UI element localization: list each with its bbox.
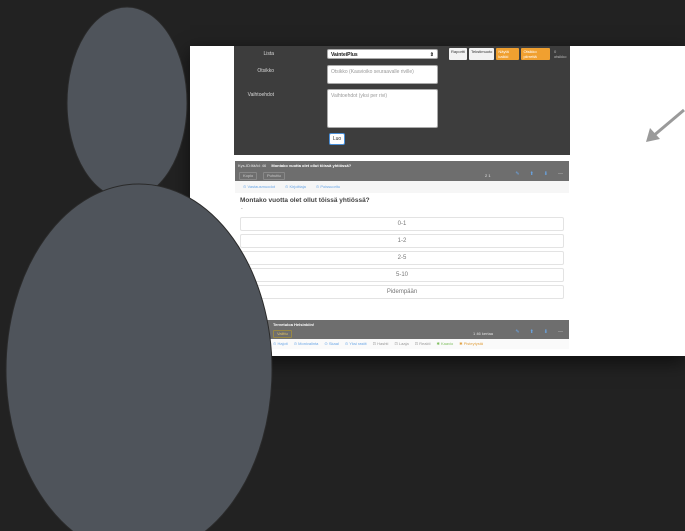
- close-icon[interactable]: —: [558, 329, 563, 335]
- tool-kaavio[interactable]: ✱ Kaavio: [437, 339, 454, 349]
- arrow-down-icon[interactable]: ⬇: [544, 329, 548, 335]
- tag-report[interactable]: Raportti: [449, 48, 468, 60]
- card-stats: 2 1: [485, 173, 491, 178]
- title-field[interactable]: Otsikko (Kaavioiko seuraavalle riville): [327, 65, 438, 84]
- second-card-actions: ✎ ⬆ ⬇ —: [515, 329, 563, 335]
- tool-laaja[interactable]: ⊡ Laaja: [394, 339, 408, 349]
- create-button[interactable]: Luo: [329, 133, 345, 145]
- tool-hashti[interactable]: ⊡ Hashti: [373, 339, 389, 349]
- tag-text-format[interactable]: Tekstimuoto: [469, 48, 495, 60]
- arrow-up-icon[interactable]: ⬆: [530, 171, 534, 177]
- tool-pisteytysta[interactable]: ✱ Pisteytystä: [459, 339, 483, 349]
- tool-yksi-rastit[interactable]: ⊙ Yksi rastit: [345, 339, 367, 349]
- list-select-value: VainteiPlus: [331, 52, 358, 58]
- card-actions: ✎ ⬆ ⬇ —: [515, 171, 563, 177]
- toolbar-link-removed[interactable]: ⊙ Poissuoritu: [316, 181, 340, 193]
- chevron-down-icon: ⇕: [429, 52, 434, 58]
- options-textarea[interactable]: Vaihtoehdot (yksi per rivi): [327, 89, 438, 128]
- edit-icon[interactable]: ✎: [515, 171, 519, 177]
- tag-show-all[interactable]: Näytä kaikki: [496, 48, 520, 60]
- close-icon[interactable]: —: [558, 171, 563, 177]
- pointer-arrow-icon: [646, 108, 685, 142]
- arrow-down-icon[interactable]: ⬇: [544, 171, 548, 177]
- edit-icon[interactable]: ✎: [515, 329, 519, 335]
- tool-skaal[interactable]: ⊙ Skaal: [324, 339, 338, 349]
- list-select[interactable]: VainteiPlus ⇕: [327, 49, 438, 59]
- arrow-up-icon[interactable]: ⬆: [530, 329, 534, 335]
- tool-reakti[interactable]: ⊡ Reakti: [415, 339, 431, 349]
- person-silhouette-icon: [5, 6, 273, 531]
- second-card-stats: 1 46 kertaa: [473, 331, 494, 336]
- tag-title-feature[interactable]: Otsikko piirrettä: [521, 48, 551, 60]
- tag-title-count: 0 otsikko: [554, 49, 567, 59]
- tag-row: Raportti Tekstimuoto Näytä kaikki Otsikk…: [449, 48, 570, 60]
